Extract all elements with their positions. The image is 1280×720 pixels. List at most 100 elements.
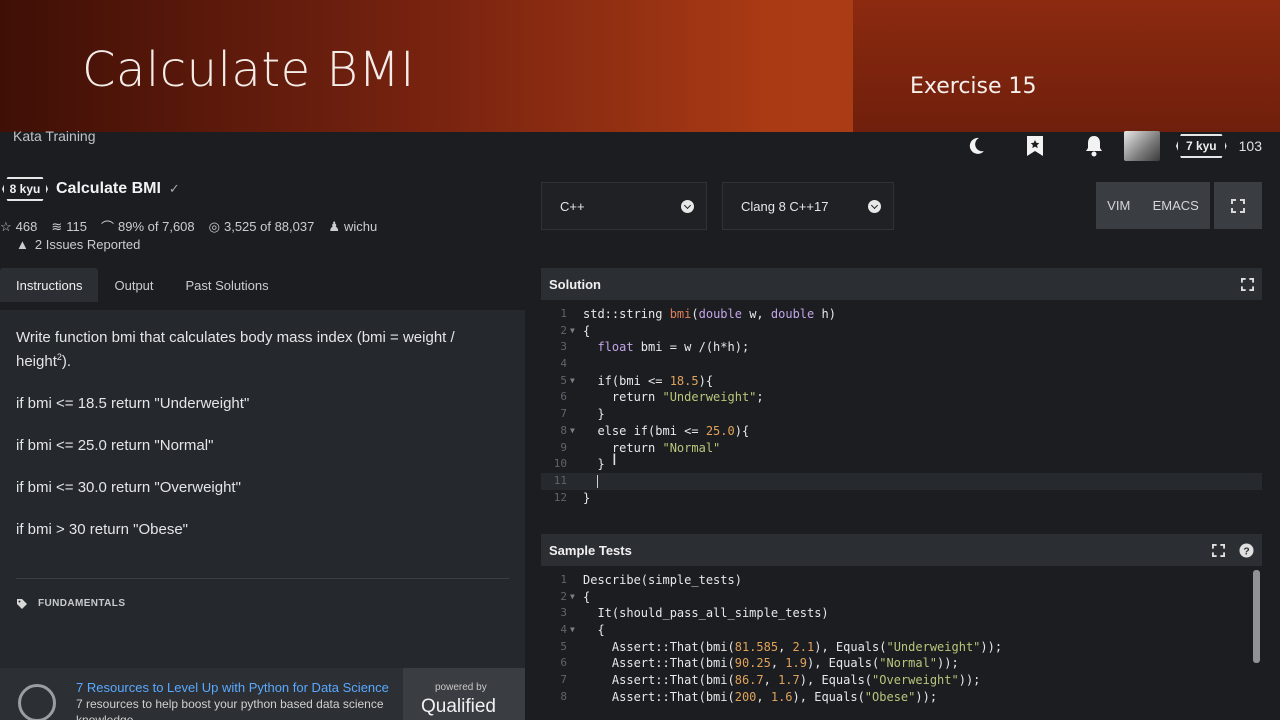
- fold-arrow-icon[interactable]: ▼: [570, 373, 575, 390]
- kata-stats: ☆ 468 ≋ 115 ⌒ 89% of 7,608 ◎ 3,525 of 88,037…: [0, 217, 377, 236]
- code-line[interactable]: 9 return "Normal": [541, 440, 1262, 457]
- code-token: ;: [756, 390, 764, 405]
- code-text: It(should_pass_all_simple_tests): [583, 605, 828, 622]
- dark-mode-icon[interactable]: [947, 136, 1006, 156]
- fold-arrow-icon[interactable]: ▼: [570, 589, 575, 606]
- kata-tag[interactable]: FUNDAMENTALS: [16, 596, 125, 612]
- code-line[interactable]: 3 float bmi = w /(h*h);: [541, 339, 1262, 356]
- code-token: ), Equals(: [799, 673, 873, 688]
- instructions-intro: Write function bmi that calculates body …: [16, 329, 455, 370]
- vim-mode-button[interactable]: VIM: [1107, 198, 1130, 213]
- code-line[interactable]: 1 std::string bmi(double w, double h): [541, 306, 1262, 323]
- ad-title-link[interactable]: 7 Resources to Level Up with Python for …: [76, 680, 389, 695]
- code-line[interactable]: 12}: [541, 490, 1262, 507]
- code-token: std::string: [583, 307, 670, 321]
- code-text: {: [583, 589, 590, 606]
- help-icon[interactable]: ?: [1239, 542, 1254, 558]
- completed-stat: ◎ 3,525 of 88,037: [208, 218, 315, 235]
- code-text: Assert::That(bmi(86.7, 1.7), Equals("Ove…: [583, 672, 981, 689]
- code-token: ){: [734, 423, 750, 438]
- fullscreen-button[interactable]: [1214, 182, 1262, 229]
- code-token: ), Equals(: [814, 639, 887, 654]
- code-line[interactable]: 7 Assert::That(bmi(86.7, 1.7), Equals("O…: [541, 672, 1262, 689]
- code-line[interactable]: 6 return "Underweight";: [541, 389, 1262, 406]
- code-text: Assert::That(bmi(81.585, 2.1), Equals("U…: [583, 639, 1002, 656]
- code-token: {: [583, 323, 591, 338]
- code-line[interactable]: 2 ▼ {: [541, 589, 1262, 606]
- issues-reported-link[interactable]: ▲ 2 Issues Reported: [16, 237, 140, 252]
- sponsored-ad[interactable]: 7 Resources to Level Up with Python for …: [0, 668, 525, 720]
- tab-output[interactable]: Output: [98, 268, 169, 302]
- bookmark-icon[interactable]: [1006, 135, 1065, 157]
- code-line[interactable]: 4: [541, 356, 1262, 373]
- code-line[interactable]: 1 Describe(simple_tests): [541, 572, 1262, 589]
- sample-tests-editor[interactable]: 1 Describe(simple_tests) 2 ▼{3 It(should_pa…: [541, 570, 1262, 720]
- tab-past-solutions[interactable]: Past Solutions: [170, 268, 285, 302]
- code-line[interactable]: 5 ▼ if(bmi <= 18.5){: [541, 373, 1262, 390]
- solution-editor[interactable]: 1 std::string bmi(double w, double h) 2 ▼{3…: [541, 304, 1262, 516]
- notifications-bell-icon[interactable]: [1065, 135, 1124, 157]
- code-line[interactable]: 8 Assert::That(bmi(200, 1.6), Equals("Ob…: [541, 689, 1262, 706]
- fold-arrow-icon[interactable]: ▼: [570, 323, 575, 340]
- collections-icon: ≋: [51, 218, 63, 234]
- code-text: Describe(simple_tests): [583, 572, 742, 589]
- code-token: Assert::That(bmi(: [583, 656, 735, 671]
- openai-logo-icon: [18, 684, 56, 720]
- code-token: ), Equals(: [806, 656, 880, 671]
- satisfaction-icon: ⌒: [101, 220, 115, 235]
- qualified-logo: Qualified: [421, 696, 496, 717]
- honor-score: 103: [1238, 138, 1262, 154]
- collections-stat[interactable]: ≋ 115: [51, 217, 87, 236]
- code-line[interactable]: 3 It(should_pass_all_simple_tests): [541, 605, 1262, 622]
- sample-tests-header: Sample Tests ?: [541, 534, 1262, 566]
- tag-icon: [17, 599, 27, 609]
- line-number: 7: [560, 673, 567, 687]
- author-stat[interactable]: ♟ wichu: [328, 217, 377, 236]
- screen: Calculate BMI Exercise 15 Kata Training …: [0, 0, 1280, 720]
- code-line[interactable]: 6 Assert::That(bmi(90.25, 1.9), Equals("…: [541, 655, 1262, 672]
- fold-arrow-icon[interactable]: ▼: [570, 423, 575, 440]
- code-text: Assert::That(bmi(200, 1.6), Equals("Obes…: [583, 689, 937, 706]
- chevron-down-icon: [868, 199, 881, 213]
- banner-title: Calculate BMI: [82, 42, 415, 98]
- code-line[interactable]: 10 }: [541, 456, 1262, 473]
- emacs-mode-button[interactable]: EMACS: [1153, 198, 1199, 213]
- code-token: 81.585: [734, 639, 779, 654]
- code-line[interactable]: 2 ▼ {: [541, 323, 1262, 340]
- code-text: }: [583, 406, 604, 423]
- language-select[interactable]: C++: [541, 182, 707, 230]
- stars-stat[interactable]: ☆ 468: [0, 217, 37, 236]
- code-token: ,: [778, 639, 793, 654]
- user-rank-badge: 7 kyu: [1175, 134, 1227, 158]
- expand-icon[interactable]: [1241, 277, 1254, 291]
- code-text: {: [583, 323, 590, 340]
- user-avatar[interactable]: [1123, 131, 1160, 161]
- rule-overweight: if bmi <= 30.0 return "Overweight": [16, 479, 241, 496]
- chevron-down-icon: [681, 199, 694, 213]
- fold-arrow-icon[interactable]: ▼: [570, 622, 575, 639]
- code-token: "Normal": [879, 656, 938, 671]
- code-line[interactable]: 4 ▼ {: [541, 622, 1262, 639]
- code-text: }: [583, 456, 604, 473]
- compiler-select[interactable]: Clang 8 C++17: [722, 182, 894, 230]
- qualified-branding[interactable]: powered by Qualified: [403, 668, 525, 720]
- tab-instructions[interactable]: Instructions: [0, 268, 99, 302]
- code-token: float: [597, 340, 634, 355]
- kata-title-row: 8 kyu Calculate BMI ✓: [2, 177, 180, 201]
- solution-title: Solution: [549, 276, 601, 292]
- code-token: ,: [763, 673, 779, 688]
- code-line[interactable]: 11: [541, 472, 1262, 490]
- code-token: ));: [958, 673, 981, 688]
- tests-scrollbar[interactable]: [1253, 570, 1260, 663]
- expand-icon[interactable]: [1212, 543, 1225, 557]
- code-line[interactable]: 8 ▼ else if(bmi <= 25.0){: [541, 423, 1262, 440]
- code-text: }: [583, 490, 590, 507]
- line-number: 2: [560, 589, 567, 603]
- code-line[interactable]: 5 Assert::That(bmi(81.585, 2.1), Equals(…: [541, 639, 1262, 656]
- code-token: h): [814, 307, 836, 321]
- code-token: 2.1: [792, 639, 815, 654]
- code-token: 200: [734, 689, 757, 704]
- exercise-label: Exercise 15: [910, 74, 1037, 99]
- code-line[interactable]: 7 }: [541, 406, 1262, 423]
